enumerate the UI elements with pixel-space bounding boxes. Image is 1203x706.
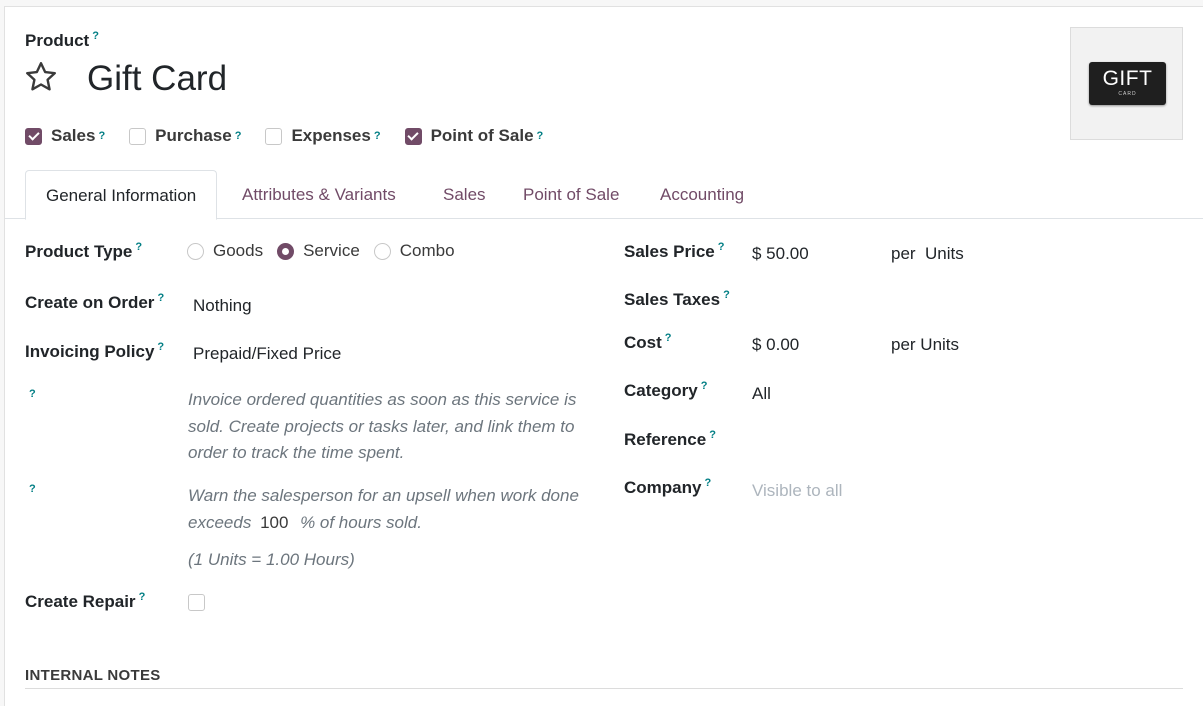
sales-price-label: Sales Price?	[624, 241, 725, 261]
checkbox-icon[interactable]	[129, 127, 147, 145]
help-icon[interactable]: ?	[29, 388, 36, 400]
help-icon[interactable]: ?	[665, 332, 672, 344]
category-label: Category?	[624, 380, 708, 400]
checkbox-icon[interactable]	[404, 127, 422, 145]
tab-accounting[interactable]: Accounting	[640, 170, 764, 219]
invoicing-policy-field[interactable]: Prepaid/Fixed Price	[193, 344, 341, 364]
star-icon[interactable]	[23, 59, 59, 95]
help-icon[interactable]: ?	[701, 380, 708, 392]
create-repair-checkbox[interactable]	[188, 594, 205, 611]
sales-taxes-label: Sales Taxes?	[624, 289, 730, 309]
tab-attributes-variants[interactable]: Attributes & Variants	[222, 170, 416, 219]
cost-field[interactable]: $ 0.00	[752, 335, 799, 355]
radio-icon[interactable]	[373, 242, 391, 260]
checkbox-expenses[interactable]: Expenses?	[265, 126, 381, 146]
help-icon[interactable]: ?	[139, 591, 146, 603]
create-on-order-label: Create on Order?	[25, 292, 165, 312]
help-icon[interactable]: ?	[135, 241, 142, 253]
help-icon[interactable]: ?	[718, 241, 725, 253]
radio-selected-icon[interactable]	[277, 242, 295, 260]
tab-sales[interactable]: Sales	[423, 170, 506, 219]
divider	[25, 688, 1183, 689]
gift-card-image: GIFT CARD	[1089, 62, 1166, 105]
help-icon[interactable]: ?	[92, 30, 99, 42]
create-repair-label: Create Repair?	[25, 591, 146, 611]
product-label: Product?	[25, 30, 99, 50]
product-options: Sales? Purchase? Expenses? Point of Sale…	[25, 124, 567, 148]
invoicing-policy-label: Invoicing Policy?	[25, 341, 165, 361]
radio-combo[interactable]: Combo	[373, 241, 455, 261]
unit-conversion-note: (1 Units = 1.00 Hours)	[188, 550, 355, 569]
cost-label: Cost?	[624, 332, 672, 352]
form-tabs: General Information Attributes & Variant…	[5, 170, 1203, 220]
help-icon[interactable]: ?	[704, 477, 711, 489]
product-type-radio: Goods Service Combo	[187, 241, 469, 261]
invoice-policy-note: Invoice ordered quantities as soon as th…	[188, 390, 577, 462]
radio-goods[interactable]: Goods	[187, 241, 263, 261]
checkbox-point-of-sale[interactable]: Point of Sale?	[404, 126, 543, 146]
help-icon[interactable]: ?	[29, 483, 36, 495]
checkbox-icon[interactable]	[265, 127, 283, 145]
checkbox-purchase[interactable]: Purchase?	[129, 126, 241, 146]
checkbox-icon[interactable]	[25, 127, 42, 145]
company-label: Company?	[624, 477, 712, 497]
reference-label: Reference?	[624, 429, 716, 449]
help-icon[interactable]: ?	[723, 289, 730, 301]
product-image[interactable]: GIFT CARD	[1070, 27, 1183, 140]
checkbox-sales[interactable]: Sales?	[25, 126, 105, 146]
help-icon[interactable]: ?	[157, 292, 164, 304]
product-type-label: Product Type?	[25, 241, 143, 261]
help-icon[interactable]: ?	[157, 341, 164, 353]
category-field[interactable]: All	[752, 384, 771, 404]
tab-point-of-sale[interactable]: Point of Sale	[503, 170, 639, 219]
product-name-field[interactable]: Gift Card	[87, 59, 227, 99]
cost-unit: per Units	[891, 335, 960, 354]
tab-general-information[interactable]: General Information	[25, 170, 218, 220]
sales-price-unit: per Units	[891, 244, 964, 263]
help-icon[interactable]: ?	[709, 429, 716, 441]
create-on-order-field[interactable]: Nothing	[193, 296, 252, 316]
product-form-sheet: Product? Gift Card GIFT CARD Sales? Purc…	[4, 6, 1203, 706]
sales-price-field[interactable]: $ 50.00	[752, 244, 809, 264]
radio-service[interactable]: Service	[277, 241, 360, 261]
internal-notes-heading: INTERNAL NOTES	[25, 667, 161, 684]
company-field[interactable]: Visible to all	[752, 481, 842, 501]
upsell-note: Warn the salesperson for an upsell when …	[188, 483, 579, 536]
radio-icon[interactable]	[187, 242, 204, 260]
upsell-threshold-input[interactable]: 100	[256, 510, 300, 537]
